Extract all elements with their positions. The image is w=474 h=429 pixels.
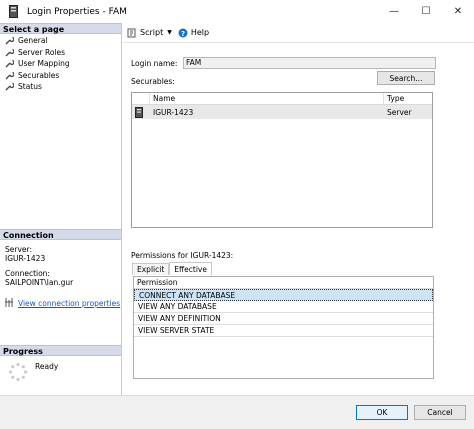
- server-label: Server:: [5, 245, 32, 254]
- tab-explicit[interactable]: Explicit: [132, 263, 170, 275]
- view-connection-properties-link[interactable]: View connection properties: [18, 299, 120, 308]
- connection-value: SAILPOINT\lan.gur: [5, 278, 74, 287]
- progress-spinner-icon: [8, 362, 28, 382]
- table-row[interactable]: IGUR-1423 Server: [132, 105, 432, 119]
- permission-column-header[interactable]: Permission: [134, 277, 433, 289]
- wrench-icon: [5, 82, 14, 91]
- progress-section: Progress Ready: [0, 345, 121, 382]
- title-bar: Login Properties - FAM — ☐ ✕: [0, 0, 474, 23]
- close-button[interactable]: ✕: [442, 0, 474, 22]
- page-item-label: Status: [18, 82, 42, 92]
- permissions-tabs: Explicit Effective: [132, 262, 212, 275]
- login-name-field[interactable]: FAM: [183, 57, 436, 69]
- wrench-icon: [5, 48, 14, 57]
- script-label: Script: [140, 28, 164, 37]
- securable-name: IGUR-1423: [153, 107, 194, 117]
- page-item-securables[interactable]: Securables: [0, 70, 121, 82]
- window-title: Login Properties - FAM: [27, 6, 127, 17]
- tab-effective[interactable]: Effective: [169, 262, 212, 275]
- page-item-label: Securables: [18, 70, 60, 80]
- help-button[interactable]: ? Help: [178, 28, 209, 38]
- wrench-icon: [5, 59, 14, 68]
- left-pane: Select a page General Server Roles User …: [0, 23, 122, 395]
- page-item-user-mapping[interactable]: User Mapping: [0, 58, 121, 70]
- permission-row[interactable]: VIEW ANY DATABASE: [134, 301, 433, 313]
- page-item-status[interactable]: Status: [0, 81, 121, 93]
- select-page-header: Select a page: [0, 23, 121, 34]
- permissions-grid: Permission CONNECT ANY DATABASE VIEW ANY…: [133, 276, 434, 379]
- ok-button[interactable]: OK: [356, 405, 408, 420]
- page-item-label: General: [18, 36, 48, 46]
- wrench-icon: [5, 71, 14, 80]
- minimize-button[interactable]: —: [378, 0, 410, 22]
- connection-section: Connection Server: IGUR-1423 Connection:…: [0, 229, 121, 309]
- page-item-label: User Mapping: [18, 59, 70, 69]
- page-item-server-roles[interactable]: Server Roles: [0, 47, 121, 59]
- help-label: Help: [190, 28, 210, 37]
- page-item-label: Server Roles: [18, 47, 66, 57]
- permission-row[interactable]: CONNECT ANY DATABASE: [134, 289, 433, 301]
- server-value: IGUR-1423: [5, 254, 46, 263]
- help-icon: ?: [178, 28, 188, 38]
- progress-header: Progress: [0, 345, 121, 356]
- connection-label: Connection:: [5, 269, 50, 278]
- column-header-icon: [132, 93, 150, 104]
- securables-grid: Name Type IGUR-1423 Server: [131, 92, 433, 228]
- script-icon: [127, 28, 137, 38]
- page-list: General Server Roles User Mapping Secura…: [0, 34, 121, 93]
- server-icon: [132, 105, 150, 119]
- securable-type: Server: [387, 107, 412, 117]
- permissions-label: Permissions for IGUR-1423:: [131, 251, 234, 260]
- toolbar: Script ▼ ? Help: [123, 23, 474, 43]
- securables-label: Securables:: [131, 77, 175, 86]
- server-app-icon: [6, 5, 20, 19]
- progress-status: Ready: [35, 362, 59, 371]
- permission-row[interactable]: VIEW SERVER STATE: [134, 325, 433, 337]
- connection-properties-icon: [5, 298, 13, 309]
- main-panel: Script ▼ ? Help Login name: FAM Securabl…: [123, 23, 474, 395]
- permission-row[interactable]: VIEW ANY DEFINITION: [134, 313, 433, 325]
- login-name-row: Login name: FAM: [131, 57, 436, 69]
- column-header-type[interactable]: Type: [384, 93, 432, 104]
- wrench-icon: [5, 36, 14, 45]
- page-item-general[interactable]: General: [0, 35, 121, 47]
- search-button[interactable]: Search...: [377, 71, 435, 85]
- login-name-label: Login name:: [131, 58, 178, 68]
- column-header-name[interactable]: Name: [150, 93, 384, 104]
- dialog-footer: OK Cancel: [0, 395, 474, 429]
- cancel-button[interactable]: Cancel: [414, 405, 466, 420]
- securables-grid-header: Name Type: [132, 93, 432, 105]
- maximize-button[interactable]: ☐: [410, 0, 442, 22]
- chevron-down-icon[interactable]: ▼: [167, 29, 172, 36]
- connection-header: Connection: [0, 229, 121, 240]
- svg-text:?: ?: [181, 30, 185, 38]
- script-button[interactable]: Script ▼: [127, 28, 172, 38]
